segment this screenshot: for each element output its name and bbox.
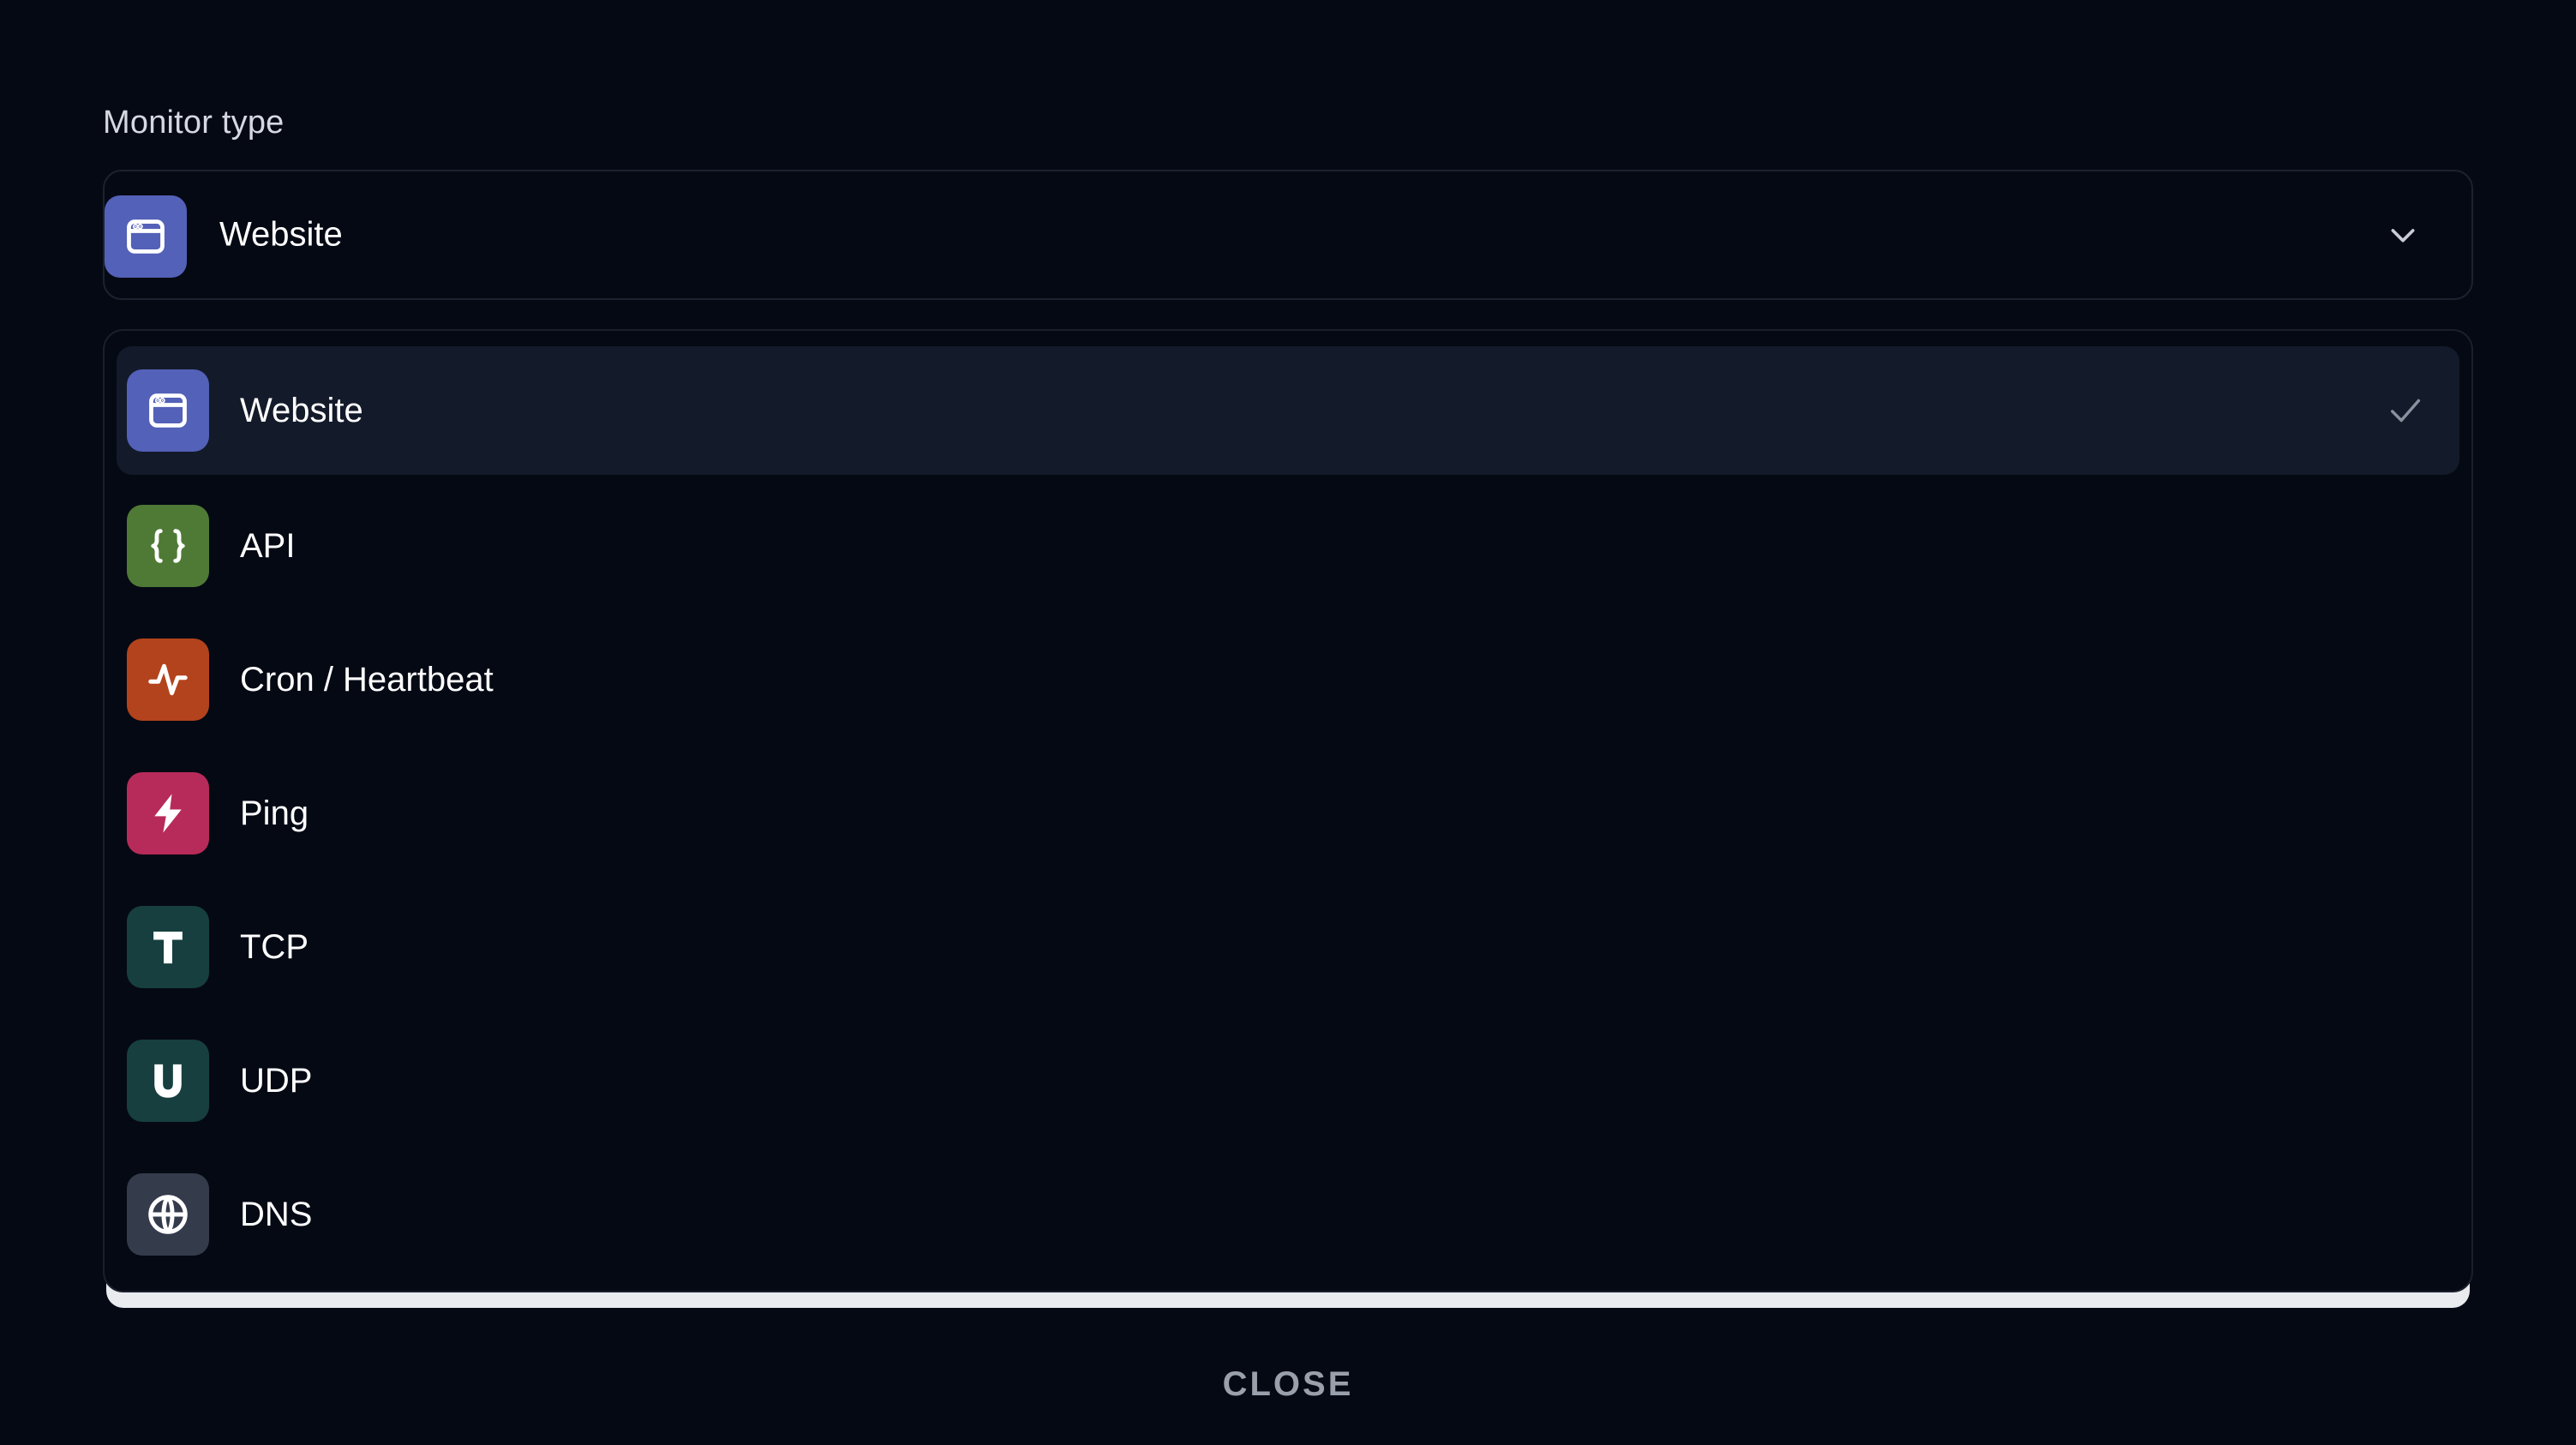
monitor-type-page: Monitor type Website Website API Cron / … bbox=[0, 0, 2576, 1445]
close-button[interactable]: CLOSE bbox=[1218, 1364, 1359, 1405]
letter-t-icon bbox=[127, 906, 209, 988]
option-tcp[interactable]: TCP bbox=[117, 883, 2459, 1011]
option-label: Ping bbox=[240, 794, 309, 832]
browser-window-icon bbox=[127, 369, 209, 452]
option-api[interactable]: API bbox=[117, 482, 2459, 610]
option-udp[interactable]: UDP bbox=[117, 1016, 2459, 1145]
pulse-icon bbox=[127, 639, 209, 721]
chevron-down-icon[interactable] bbox=[2386, 218, 2420, 252]
option-label: Website bbox=[240, 391, 363, 429]
option-label: API bbox=[240, 526, 296, 565]
option-label: Cron / Heartbeat bbox=[240, 660, 494, 699]
option-dns[interactable]: DNS bbox=[117, 1150, 2459, 1279]
option-label: DNS bbox=[240, 1195, 313, 1233]
option-cron-heartbeat[interactable]: Cron / Heartbeat bbox=[117, 615, 2459, 744]
lightning-bolt-icon bbox=[127, 772, 209, 854]
monitor-type-dropdown: Website API Cron / Heartbeat Ping TCP UD… bbox=[103, 329, 2473, 1292]
selected-value: Website bbox=[219, 215, 343, 254]
monitor-type-label: Monitor type bbox=[103, 105, 285, 141]
globe-icon bbox=[127, 1173, 209, 1256]
option-ping[interactable]: Ping bbox=[117, 749, 2459, 878]
option-website[interactable]: Website bbox=[117, 346, 2459, 475]
monitor-type-select[interactable]: Website bbox=[103, 170, 2473, 300]
browser-window-icon bbox=[105, 195, 187, 278]
option-label: TCP bbox=[240, 927, 309, 966]
curly-braces-icon bbox=[127, 505, 209, 587]
letter-u-icon bbox=[127, 1040, 209, 1122]
option-label: UDP bbox=[240, 1061, 313, 1100]
check-icon bbox=[2390, 399, 2421, 423]
